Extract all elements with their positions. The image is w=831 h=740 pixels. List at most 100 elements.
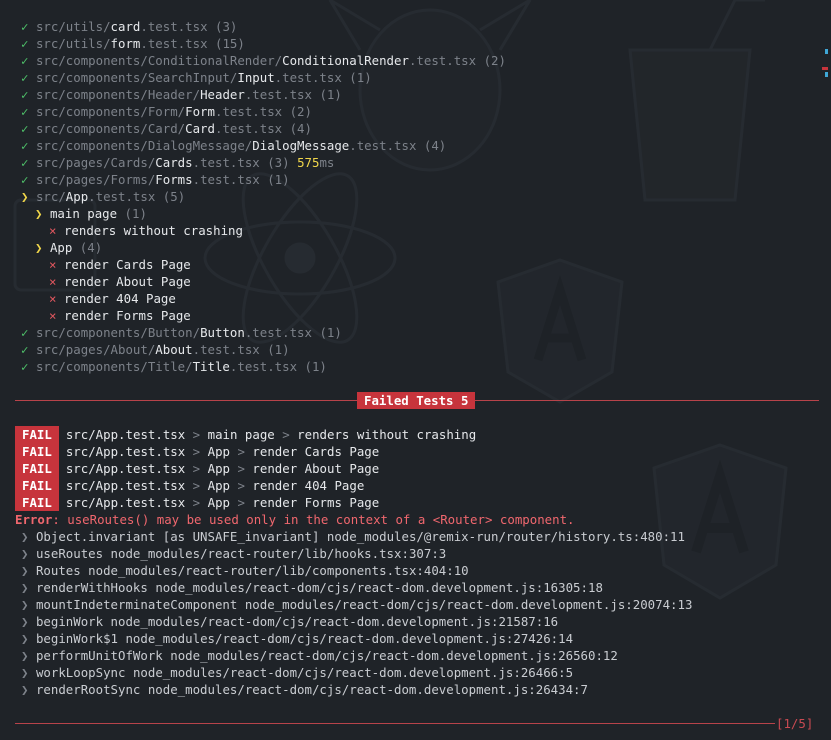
chevron-right-icon: ❯ [35,206,43,221]
suite-line[interactable]: ✓ src/components/Header/Header.test.tsx … [21,86,342,103]
suite-dir: src/components/Card/ [35,121,186,136]
stack-function: beginWork [35,614,104,629]
breadcrumb-separator: > [192,478,201,493]
suite-name: Header [200,87,245,102]
suite-count: (1) [319,325,342,340]
stack-frame[interactable]: ❯ performUnitOfWork node_modules/react-d… [21,647,618,664]
suite-line[interactable]: ✓ src/components/Button/Button.test.tsx … [21,324,342,341]
suite-dir: src/components/DialogMessage/ [35,138,253,153]
stack-location: node_modules/react-dom/cjs/react-dom.dev… [132,665,574,680]
suite-ext: .test.tsx [214,104,283,119]
stack-frame[interactable]: ❯ Routes node_modules/react-router/lib/c… [21,562,469,579]
breadcrumb-separator: > [237,444,245,459]
check-icon: ✓ [21,70,29,85]
stack-location: node_modules/react-dom/cjs/react-dom.dev… [155,580,603,595]
fail-file: src/App.test.tsx [65,461,186,476]
chevron-right-icon: ❯ [21,682,29,697]
failed-test-line[interactable]: × render 404 Page [49,290,176,307]
failed-test-line[interactable]: × render Forms Page [49,307,191,324]
suite-ext: .test.tsx [244,87,312,102]
group-count: (4) [79,240,103,255]
fail-group: App [207,444,230,459]
fail-row[interactable]: FAIL src/App.test.tsx > main page > rende… [15,426,476,443]
suite-ext: .test.tsx [229,359,298,374]
fail-badge: FAIL [15,443,59,460]
suite-line[interactable]: ✓ src/pages/Cards/Cards.test.tsx (3) 575… [21,154,334,171]
fail-row[interactable]: FAIL src/App.test.tsx > App > render Abou… [15,460,379,477]
fail-row[interactable]: FAIL src/App.test.tsx > App > render 404 … [15,477,364,494]
fail-file: src/App.test.tsx [65,478,186,493]
check-icon: ✓ [21,19,29,34]
check-icon: ✓ [21,172,29,187]
stack-frame[interactable]: ❯ mountIndeterminateComponent node_modul… [21,596,692,613]
stack-function: renderWithHooks [35,580,148,595]
failed-test-line[interactable]: × renders without crashing [49,222,243,239]
chevron-right-icon: ❯ [21,614,29,629]
chevron-right-icon: ❯ [21,563,29,578]
suite-line[interactable]: ✓ src/components/DialogMessage/DialogMes… [21,137,446,154]
stack-frame[interactable]: ❯ beginWork$1 node_modules/react-dom/cjs… [21,630,573,647]
suite-dir: src/components/Header/ [35,87,201,102]
page-indicator[interactable]: [1/5] [776,715,813,732]
stack-frame[interactable]: ❯ beginWork node_modules/react-dom/cjs/r… [21,613,558,630]
scrollbar-marker [825,72,828,77]
suite-dir: src/components/ConditionalRender/ [35,53,283,68]
suite-ext: .test.tsx [274,70,342,85]
chevron-right-icon: ❯ [21,648,29,663]
stack-frame[interactable]: ❯ useRoutes node_modules/react-router/li… [21,545,446,562]
stack-function: Object.invariant [as UNSAFE_invariant] [35,529,320,544]
stack-function: mountIndeterminateComponent [35,597,238,612]
suite-ext: .test.tsx [214,121,283,136]
group-name: main page [49,206,118,221]
failed-tests-header: Failed Tests 5 [357,392,476,409]
test-group-line[interactable]: ❯ main page (1) [35,205,147,222]
failed-test-line[interactable]: × render Cards Page [49,256,191,273]
suite-dir: src/components/Form/ [35,104,186,119]
stack-frame[interactable]: ❯ renderWithHooks node_modules/react-dom… [21,579,603,596]
suite-line[interactable]: ✓ src/components/ConditionalRender/Condi… [21,52,506,69]
stack-frame[interactable]: ❯ Object.invariant [as UNSAFE_invariant]… [21,528,685,545]
failed-test-line[interactable]: × render About Page [49,273,191,290]
chevron-right-icon: ❯ [21,546,29,561]
suite-line[interactable]: ✓ src/components/Card/Card.test.tsx (4) [21,120,312,137]
stack-frame[interactable]: ❯ workLoopSync node_modules/react-dom/cj… [21,664,573,681]
fail-row[interactable]: FAIL src/App.test.tsx > App > render Form… [15,494,379,511]
suite-dir: src/pages/Cards/ [35,155,156,170]
scrollbar-marker [825,49,828,54]
suite-line[interactable]: ✓ src/components/Form/Form.test.tsx (2) [21,103,312,120]
suite-dir: src/utils/ [35,19,111,34]
stack-location: node_modules/react-dom/cjs/react-dom.dev… [170,648,618,663]
chevron-right-icon: ❯ [21,529,29,544]
stack-function: performUnitOfWork [35,648,163,663]
suite-count: (4) [423,138,447,153]
suite-ext: .test.tsx [408,53,477,68]
suite-ext: .test.tsx [244,325,312,340]
suite-time-unit: ms [319,155,335,170]
stack-location: node_modules/@remix-run/router/history.t… [326,529,685,544]
suite-line[interactable]: ✓ src/pages/About/About.test.tsx (1) [21,341,290,358]
cross-icon: × [49,308,57,323]
failed-suite-line[interactable]: ❯ src/App.test.tsx (5) [21,188,185,205]
cross-icon: × [49,223,57,238]
test-group-line[interactable]: ❯ App (4) [35,239,102,256]
suite-line[interactable]: ✓ src/utils/card.test.tsx (3) [21,18,237,35]
stack-location: node_modules/react-dom/cjs/react-dom.dev… [147,682,588,697]
fail-group: main page [207,427,275,442]
suite-line[interactable]: ✓ src/pages/Forms/Forms.test.tsx (1) [21,171,290,188]
cross-icon: × [49,274,57,289]
suite-count: (2) [289,104,312,119]
group-name: App [49,240,73,255]
chevron-right-icon: ❯ [21,580,29,595]
suite-dir: src/components/SearchInput/ [35,70,238,85]
suite-line[interactable]: ✓ src/components/SearchInput/Input.test.… [21,69,372,86]
fail-test: render Cards Page [252,444,380,459]
suite-count: (3) [267,155,290,170]
stack-frame[interactable]: ❯ renderRootSync node_modules/react-dom/… [21,681,588,698]
breadcrumb-separator: > [192,495,201,510]
suite-line[interactable]: ✓ src/components/Title/Title.test.tsx (1… [21,358,327,375]
fail-file: src/App.test.tsx [65,444,186,459]
cross-icon: × [49,291,57,306]
chevron-right-icon: ❯ [21,189,29,204]
fail-row[interactable]: FAIL src/App.test.tsx > App > render Card… [15,443,379,460]
suite-line[interactable]: ✓ src/utils/form.test.tsx (15) [21,35,245,52]
